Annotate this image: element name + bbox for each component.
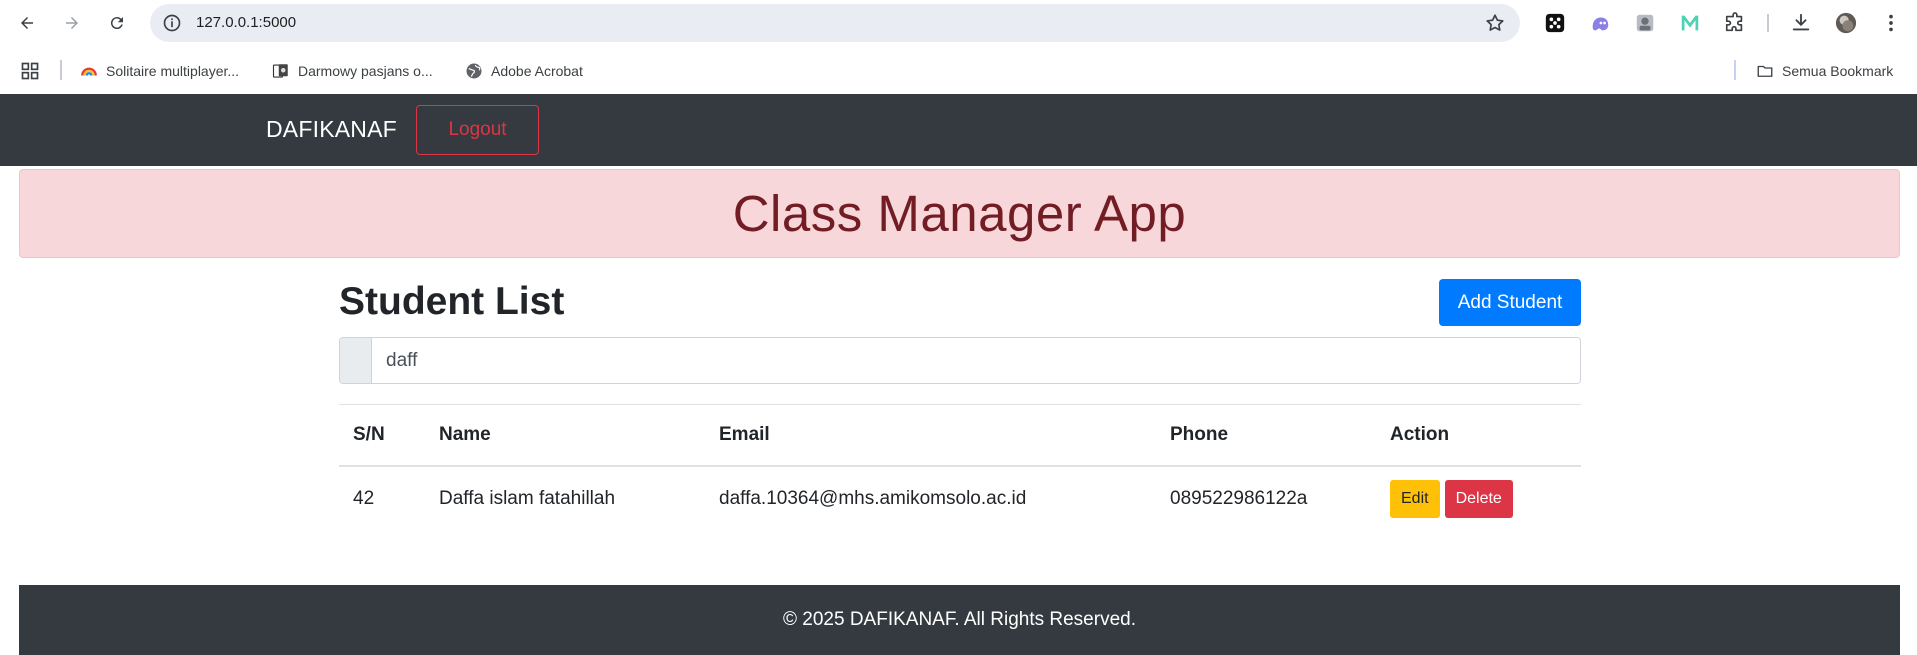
forward-button[interactable] — [57, 8, 87, 38]
bookmarks-divider — [60, 60, 62, 80]
search-addon — [340, 338, 372, 383]
cell-phone: 089522986122a — [1170, 488, 1308, 509]
app-navbar: DAFIKANAF Logout — [0, 94, 1917, 166]
edit-button[interactable]: Edit — [1390, 480, 1440, 518]
app-title: Class Manager App — [732, 185, 1187, 242]
profile-avatar-icon[interactable] — [1833, 10, 1859, 36]
bookmarks-bar: Solitaire multiplayer... Darmowy pasjans… — [0, 46, 1917, 94]
bookmark-item-solitaire[interactable]: Solitaire multiplayer... — [80, 60, 239, 82]
arrow-left-icon — [21, 17, 33, 29]
search-input[interactable] — [372, 338, 1580, 383]
column-header-phone: Phone — [1156, 404, 1376, 467]
column-header-email: Email — [705, 404, 1156, 467]
bookmark-label: Adobe Acrobat — [491, 63, 583, 79]
cell-action: Edit Delete — [1376, 466, 1581, 531]
search-group — [339, 337, 1581, 384]
cards-favicon-icon — [272, 62, 290, 80]
m-extension-icon[interactable] — [1677, 10, 1703, 36]
arrow-right-icon — [66, 17, 78, 29]
add-student-button[interactable]: Add Student — [1439, 279, 1581, 326]
globe-icon — [465, 62, 483, 80]
bookmarks-divider — [1734, 60, 1736, 80]
more-menu-icon[interactable] — [1878, 10, 1904, 36]
site-info-icon[interactable] — [162, 13, 182, 33]
back-button[interactable] — [12, 8, 42, 38]
row-actions: Edit Delete — [1390, 480, 1567, 518]
all-bookmarks-label: Semua Bookmark — [1782, 63, 1894, 79]
delete-button[interactable]: Delete — [1444, 480, 1513, 518]
column-header-name: Name — [425, 404, 705, 467]
cell-name: Daffa islam fatahillah — [439, 488, 616, 509]
folder-icon — [1756, 62, 1774, 80]
reload-icon — [110, 17, 123, 30]
puzzle-extensions-icon[interactable] — [1722, 10, 1748, 36]
navbar-brand[interactable]: DAFIKANAF — [266, 116, 397, 143]
table-header-row: S/N Name Email Phone Action — [339, 404, 1581, 467]
bookmark-label: Solitaire multiplayer... — [106, 63, 240, 79]
browser-toolbar: 127.0.0.1:5000 — [0, 0, 1917, 46]
avatar-extension-icon[interactable] — [1632, 10, 1658, 36]
address-bar[interactable]: 127.0.0.1:5000 — [150, 4, 1520, 42]
column-header-sn: S/N — [339, 404, 425, 467]
bookmark-item-acrobat[interactable]: Adobe Acrobat — [465, 60, 583, 82]
page-footer: © 2025 DAFIKANAF. All Rights Reserved. — [19, 585, 1900, 655]
dice-extension-icon[interactable] — [1542, 10, 1568, 36]
footer-copyright: © 2025 DAFIKANAF. All Rights Reserved. — [783, 609, 1136, 630]
apps-grid-icon[interactable] — [20, 60, 40, 82]
reload-button[interactable] — [102, 8, 132, 38]
cell-sn: 42 — [353, 488, 375, 509]
solitaire-rainbow-icon — [80, 62, 98, 80]
table-row: 42 Daffa islam fatahillah daffa.10364@mh… — [339, 466, 1581, 531]
logout-button[interactable]: Logout — [416, 105, 539, 155]
all-bookmarks-folder[interactable]: Semua Bookmark — [1756, 60, 1893, 82]
student-table: S/N Name Email Phone Action 42 Daffa isl… — [339, 404, 1581, 531]
column-header-action: Action — [1376, 404, 1581, 467]
toolbar-divider — [1767, 14, 1769, 32]
url-text: 127.0.0.1:5000 — [196, 14, 297, 31]
page-title: Student List — [339, 280, 565, 323]
cell-email: daffa.10364@mhs.amikomsolo.ac.id — [719, 488, 1027, 509]
app-title-banner: Class Manager App — [19, 169, 1900, 258]
bookmark-star-icon[interactable] — [1484, 12, 1506, 34]
bookmark-label: Darmowy pasjans o... — [298, 63, 433, 79]
ghost-extension-icon[interactable] — [1587, 10, 1613, 36]
bookmark-item-pasjans[interactable]: Darmowy pasjans o... — [272, 60, 433, 82]
downloads-icon[interactable] — [1788, 10, 1814, 36]
